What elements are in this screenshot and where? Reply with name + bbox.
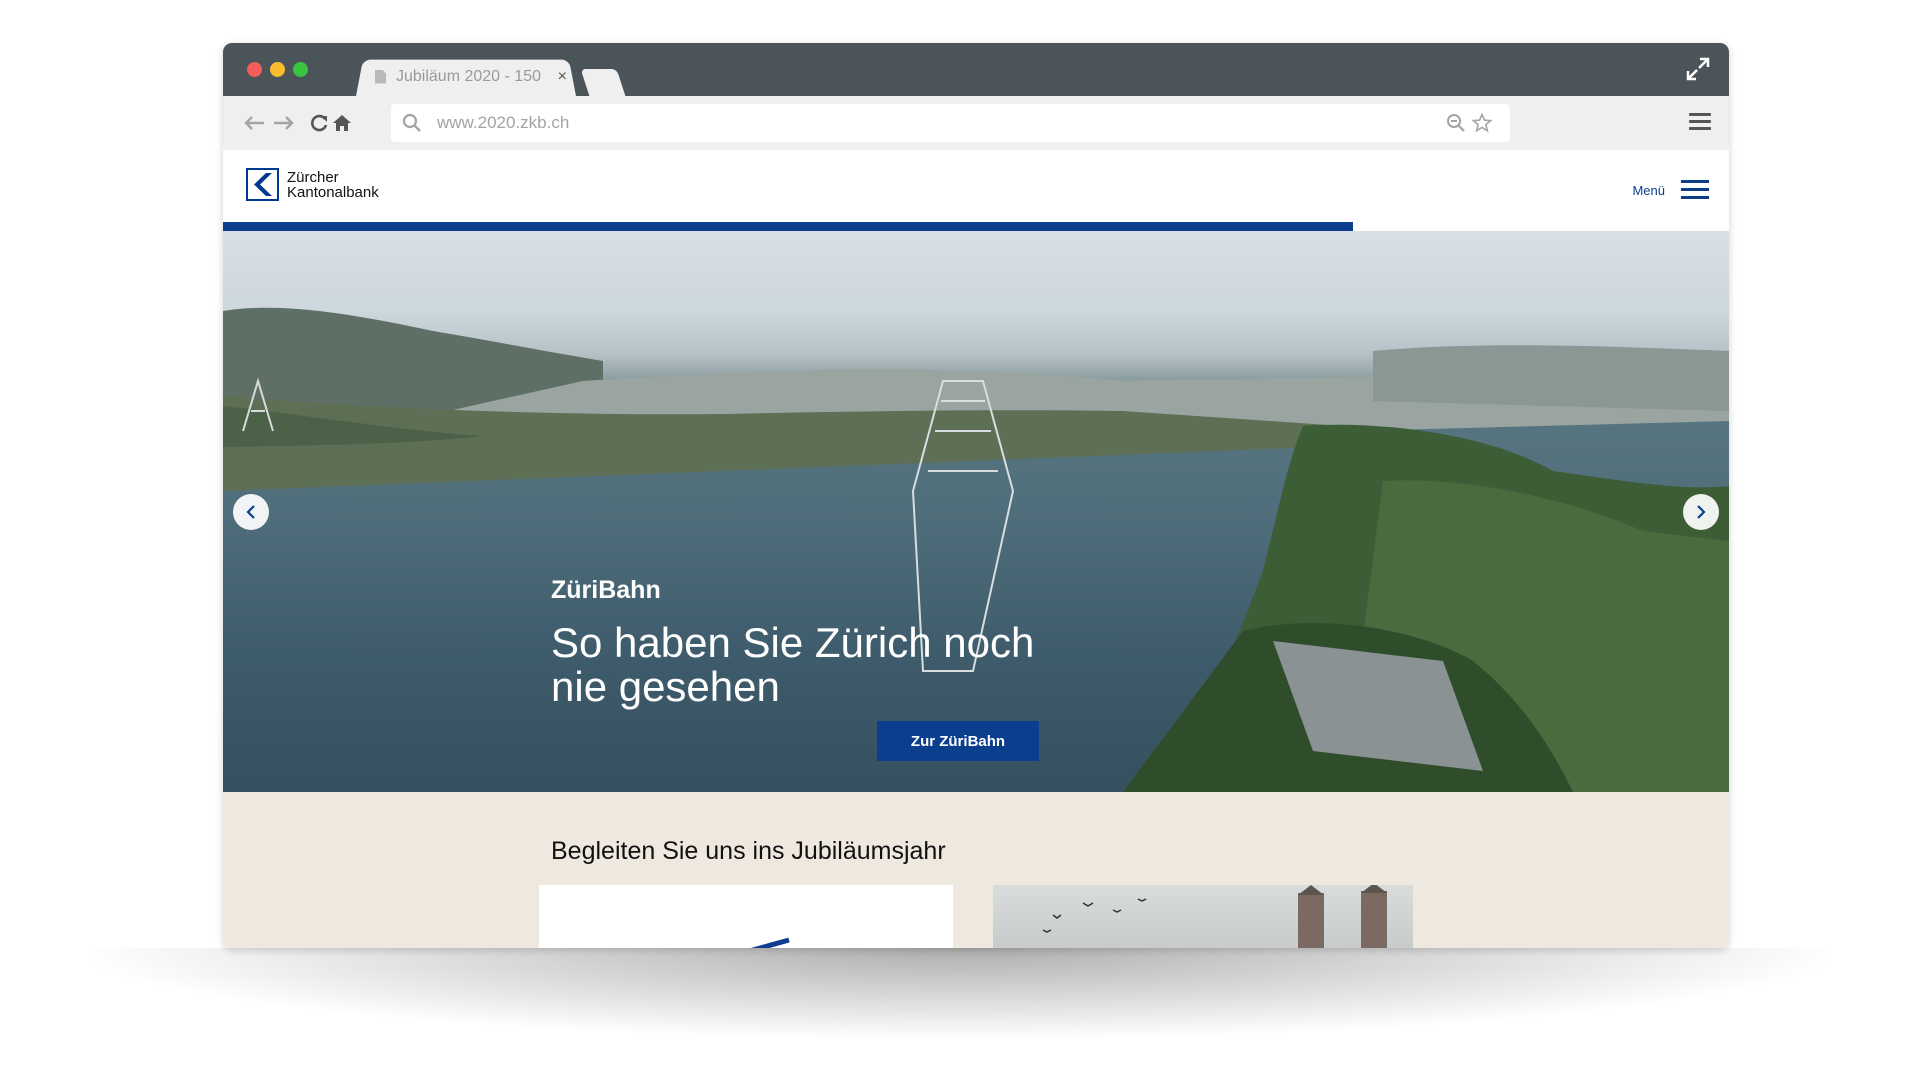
address-bar[interactable]: www.2020.zkb.ch (391, 104, 1510, 142)
chevron-right-icon (1697, 505, 1706, 519)
menu-label[interactable]: Menü (1632, 183, 1665, 198)
web-page: Zürcher Kantonalbank Menü ZüriBahn So ha… (223, 150, 1729, 948)
logo-line-1: Zürcher (287, 168, 339, 186)
home-icon (333, 115, 351, 131)
home-button[interactable] (329, 110, 355, 136)
zkb-logo[interactable]: Zürcher Kantonalbank (246, 168, 379, 201)
hero-slider: ZüriBahn So haben Sie Zürich noch nie ge… (223, 231, 1729, 792)
teaser-graphic (750, 937, 790, 948)
browser-window: Jubiläum 2020 - 150 × www.2020.zkb.ch Zü… (223, 43, 1729, 948)
back-button[interactable] (241, 110, 267, 136)
zur-zuribahn-button[interactable]: Zur ZüriBahn (877, 721, 1039, 761)
search-icon (402, 113, 421, 132)
browser-menu-icon[interactable] (1689, 113, 1711, 134)
hero-kicker: ZüriBahn (551, 576, 661, 604)
teaser-card[interactable] (539, 885, 953, 948)
hamburger-icon[interactable] (1681, 180, 1709, 204)
minimize-window-button[interactable] (270, 62, 285, 77)
logo-line-2: Kantonalbank (287, 183, 379, 201)
forward-arrow-icon (274, 116, 294, 130)
browser-toolbar: www.2020.zkb.ch (223, 96, 1729, 150)
slider-prev-button[interactable] (233, 494, 269, 530)
back-arrow-icon (244, 116, 264, 130)
expand-icon[interactable] (1685, 56, 1711, 82)
window-shadow (90, 948, 1830, 1038)
teaser-card-church[interactable] (993, 885, 1413, 948)
document-icon (375, 69, 386, 84)
active-tab[interactable]: Jubiläum 2020 - 150 × (363, 57, 573, 96)
tab-close-button[interactable]: × (558, 68, 567, 86)
section-title: Begleiten Sie uns ins Jubiläumsjahr (551, 837, 946, 865)
reload-icon (311, 114, 328, 132)
jubilee-section: Begleiten Sie uns ins Jubiläumsjahr (223, 792, 1729, 948)
maximize-window-button[interactable] (293, 62, 308, 77)
chevron-left-icon (246, 505, 255, 519)
url-text: www.2020.zkb.ch (437, 113, 570, 132)
zoom-icon[interactable] (1446, 113, 1466, 133)
site-header: Zürcher Kantonalbank Menü (223, 150, 1729, 222)
new-tab-button[interactable] (580, 69, 626, 96)
close-window-button[interactable] (247, 62, 262, 77)
star-icon[interactable] (1472, 113, 1492, 133)
forward-button[interactable] (271, 110, 297, 136)
hero-title: So haben Sie Zürich noch nie gesehen (551, 619, 1035, 710)
logo-wordmark: Zürcher Kantonalbank (287, 170, 379, 200)
hero-text-block: ZüriBahn So haben Sie Zürich noch nie ge… (551, 576, 1091, 709)
grossmuenster-image (1042, 885, 1387, 948)
tab-title: Jubiläum 2020 - 150 (396, 67, 541, 85)
logo-mark (246, 168, 279, 201)
slider-next-button[interactable] (1683, 494, 1719, 530)
title-bar: Jubiläum 2020 - 150 × (223, 43, 1729, 96)
